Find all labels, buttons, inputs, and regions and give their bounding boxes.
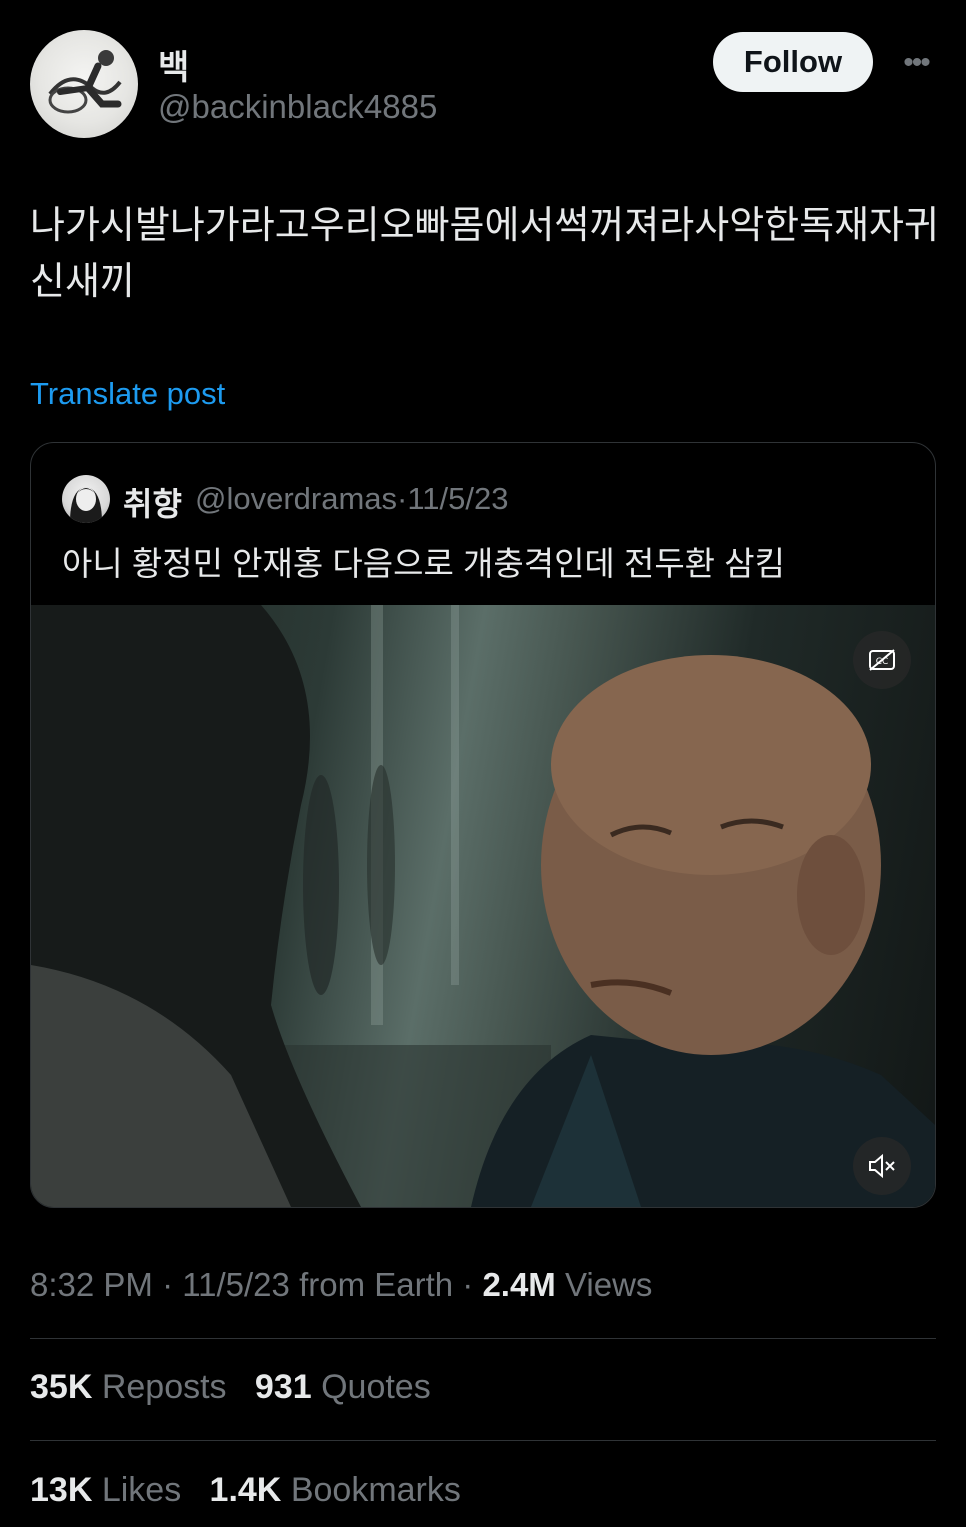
- reposts-count: 35K: [30, 1368, 93, 1406]
- quotes-label: Quotes: [321, 1368, 431, 1406]
- views-count: 2.4M: [482, 1266, 556, 1303]
- svg-text:CC: CC: [876, 657, 889, 667]
- quoted-post-card[interactable]: 취향 @loverdramas·11/5/23 아니 황정민 안재홍 다음으로 …: [30, 442, 936, 1208]
- quoted-author-avatar: [62, 475, 110, 523]
- reposts-label: Reposts: [101, 1368, 227, 1406]
- post-header: 백 @backinblack4885 Follow •••: [30, 30, 936, 140]
- likes-count: 13K: [30, 1471, 93, 1509]
- views-label: Views: [564, 1266, 653, 1303]
- mute-glyph: [869, 1153, 895, 1179]
- author-display-name[interactable]: 백: [158, 40, 189, 89]
- avatar-illustration: [48, 50, 122, 114]
- translate-post-link[interactable]: Translate post: [30, 376, 225, 412]
- quoted-author-name: 취향: [123, 486, 182, 522]
- likes-label: Likes: [101, 1471, 182, 1509]
- quoted-author-handle: @loverdramas: [195, 481, 398, 516]
- likes-bookmarks-stats: 13K Likes 1.4K Bookmarks: [30, 1471, 461, 1510]
- captions-glyph: CC: [869, 649, 895, 671]
- quoted-post-date: 11/5/23: [407, 481, 509, 516]
- more-horizontal-icon[interactable]: •••: [896, 46, 936, 79]
- volume-muted-icon[interactable]: [853, 1137, 911, 1195]
- post-date[interactable]: 11/5/23: [182, 1266, 290, 1303]
- repost-quote-stats: 35K Reposts 931 Quotes: [30, 1368, 431, 1407]
- quotes-stat[interactable]: 931 Quotes: [255, 1368, 431, 1406]
- post-time[interactable]: 8:32 PM: [30, 1266, 153, 1303]
- author-avatar[interactable]: [30, 30, 138, 138]
- post-metadata: 8:32 PM · 11/5/23 from Earth · 2.4M View…: [30, 1266, 653, 1303]
- divider: [30, 1338, 936, 1339]
- post-text: 나가시발나가라고우리오빠몸에서썩꺼져라사악한독재자귀신새끼: [30, 205, 939, 303]
- quoted-avatar-illustration: [70, 487, 102, 523]
- follow-button[interactable]: Follow: [713, 32, 873, 92]
- divider: [30, 1440, 936, 1441]
- quotes-count: 931: [254, 1368, 312, 1406]
- video-frame: [31, 605, 935, 1207]
- author-handle[interactable]: @backinblack4885: [158, 88, 437, 126]
- captions-off-icon[interactable]: CC: [853, 631, 911, 689]
- quoted-author-meta: @loverdramas·11/5/23: [195, 481, 509, 517]
- bookmarks-count: 1.4K: [209, 1471, 282, 1509]
- quoted-post-text: 아니 황정민 안재홍 다음으로 개충격인데 전두환 삼킴: [62, 545, 785, 582]
- likes-stat[interactable]: 13K Likes: [30, 1471, 181, 1509]
- reposts-stat[interactable]: 35K Reposts: [30, 1368, 227, 1406]
- bookmarks-stat[interactable]: 1.4K Bookmarks: [210, 1471, 461, 1509]
- meta-separator: ·: [397, 481, 408, 516]
- bookmarks-label: Bookmarks: [290, 1471, 461, 1509]
- video-player[interactable]: CC: [31, 605, 935, 1207]
- post-source: from Earth: [299, 1266, 454, 1303]
